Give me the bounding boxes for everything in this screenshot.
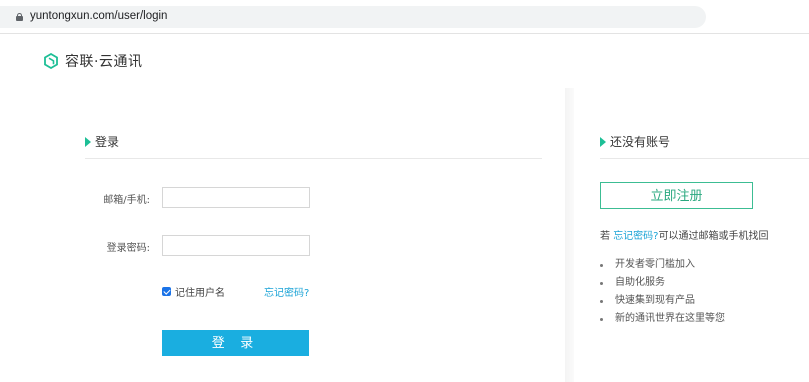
register-forgot-password-link[interactable]: 忘记密码? <box>613 231 658 242</box>
forgot-hint-suffix: 可以通过邮箱或手机找回 <box>658 231 769 242</box>
list-item: 快速集到现有产品 <box>600 292 725 310</box>
bullet-icon <box>600 317 603 321</box>
remember-username[interactable]: 记住用户名 <box>162 284 225 299</box>
email-label: 邮箱/手机: <box>103 195 150 206</box>
benefit-text: 开发者零门槛加入 <box>615 259 695 270</box>
site-logo[interactable]: 容联·云通讯 <box>43 51 142 71</box>
register-title-divider <box>600 158 809 159</box>
benefit-text: 新的通讯世界在这里等您 <box>615 313 725 324</box>
login-button[interactable]: 登 录 <box>162 330 309 356</box>
logo-hexagon-icon <box>44 53 58 69</box>
benefit-text: 自助化服务 <box>615 277 665 288</box>
login-title-text: 登录 <box>95 135 120 149</box>
benefits-list: 开发者零门槛加入 自助化服务 快速集到现有产品 新的通讯世界在这里等您 <box>600 256 725 328</box>
password-field[interactable] <box>162 235 310 256</box>
forgot-password-link[interactable]: 忘记密码? <box>264 284 309 299</box>
register-section-title: 还没有账号 <box>600 133 670 150</box>
toolbar-divider <box>0 33 809 34</box>
url-text[interactable]: yuntongxun.com/user/login <box>30 10 167 22</box>
login-title-divider <box>85 158 542 159</box>
password-label: 登录密码: <box>106 243 150 254</box>
panel-divider <box>565 88 574 382</box>
benefit-text: 快速集到现有产品 <box>615 295 695 306</box>
bullet-icon <box>600 281 603 285</box>
lock-icon[interactable] <box>16 13 23 21</box>
list-item: 自助化服务 <box>600 274 725 292</box>
register-button[interactable]: 立即注册 <box>600 182 753 209</box>
bullet-icon <box>600 299 603 303</box>
section-marker-icon <box>85 136 91 147</box>
bullet-icon <box>600 263 603 267</box>
remember-checkbox[interactable] <box>162 287 171 296</box>
email-field[interactable] <box>162 187 310 208</box>
login-section-title: 登录 <box>85 133 119 150</box>
browser-address-bar: yuntongxun.com/user/login <box>0 0 809 34</box>
list-item: 新的通讯世界在这里等您 <box>600 310 725 328</box>
forgot-hint-prefix: 若 <box>600 231 610 242</box>
list-item: 开发者零门槛加入 <box>600 256 725 274</box>
register-title-text: 还没有账号 <box>610 135 671 149</box>
remember-label: 记住用户名 <box>175 288 225 299</box>
forgot-password-hint: 若 忘记密码?可以通过邮箱或手机找回 <box>600 227 769 242</box>
logo-text: 容联·云通讯 <box>65 54 143 70</box>
section-marker-icon <box>600 136 606 147</box>
